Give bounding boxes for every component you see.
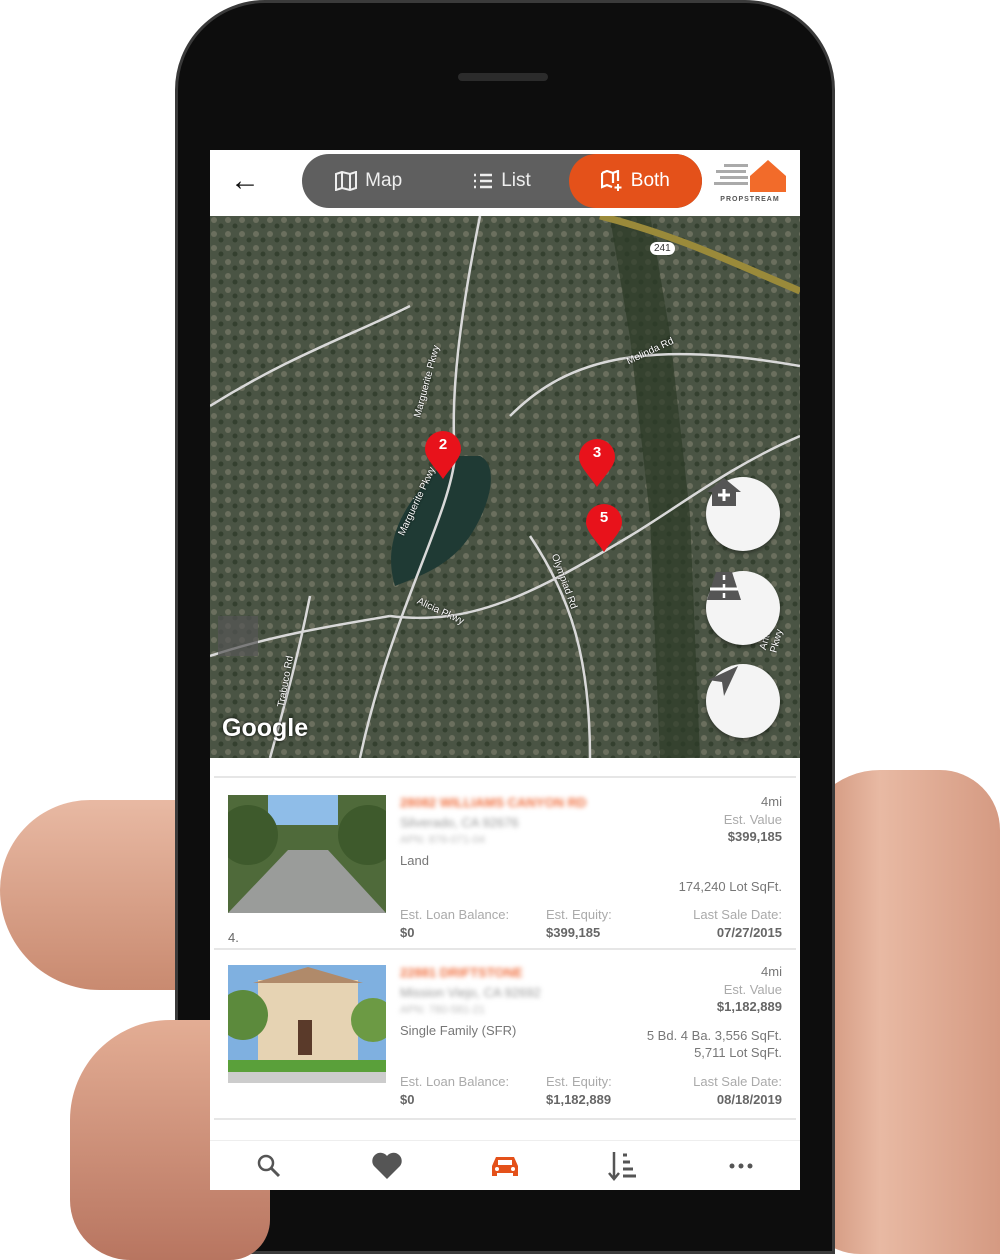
property-list[interactable]: 28082 WILLIAMS CANYON RD Silverado, CA 9…	[210, 758, 800, 1140]
item-index: 4.	[228, 930, 239, 945]
property-address[interactable]: 22881 DRIFTSTONE	[400, 965, 523, 980]
map-pin[interactable]: 2	[424, 430, 462, 480]
propstream-logo: PROPSTREAM	[712, 156, 788, 204]
loan-label: Est. Loan Balance:	[400, 907, 510, 922]
property-details: 5 Bd. 4 Ba. 3,556 SqFt.	[646, 1028, 782, 1043]
list-icon	[474, 173, 493, 189]
list-item-partial[interactable]	[214, 608, 796, 778]
distance: 4mi	[761, 794, 782, 809]
arrow-left-icon: ←	[230, 164, 260, 197]
lot-size: 5,711 Lot SqFt.	[694, 1045, 782, 1060]
property-address[interactable]: 28082 WILLIAMS CANYON RD	[400, 795, 586, 810]
tab-both[interactable]: Both	[568, 154, 702, 208]
tab-both-label: Both	[630, 170, 670, 191]
property-city: Mission Viejo, CA 92692	[400, 985, 541, 1000]
map-pin[interactable]: 5	[585, 503, 623, 553]
add-property-button[interactable]	[706, 477, 780, 551]
distance: 4mi	[761, 964, 782, 979]
est-value-label: Est. Value	[723, 812, 782, 827]
back-button[interactable]: ←	[230, 164, 260, 198]
est-value: $1,182,889	[716, 999, 782, 1014]
heart-icon	[372, 1152, 402, 1179]
equity-label: Est. Equity:	[546, 1074, 612, 1089]
search-icon	[257, 1154, 281, 1177]
home-plus-icon	[707, 478, 741, 506]
car-icon	[492, 1156, 518, 1176]
nav-sort[interactable]	[564, 1151, 682, 1181]
list-item[interactable]: 22881 DRIFTSTONE Mission Viejo, CA 92692…	[214, 950, 796, 1120]
tab-list[interactable]: List	[435, 154, 568, 208]
nav-search[interactable]	[210, 1154, 328, 1178]
road-icon	[707, 572, 741, 600]
est-value: $399,185	[727, 829, 782, 844]
nav-more[interactable]	[682, 1163, 800, 1169]
sale-date: 08/18/2019	[716, 1092, 782, 1107]
tab-list-label: List	[501, 170, 531, 191]
property-photo	[228, 795, 386, 913]
lot-size: 174,240 Lot SqFt.	[678, 879, 782, 894]
tab-map-label: Map	[365, 170, 403, 191]
sale-label: Last Sale Date:	[693, 1074, 782, 1089]
property-photo	[228, 965, 386, 1083]
est-value-label: Est. Value	[723, 982, 782, 997]
property-type: Single Family (SFR)	[400, 1023, 517, 1038]
property-apn: APN: 780-581-21	[400, 1004, 485, 1016]
loan-label: Est. Loan Balance:	[400, 1074, 510, 1089]
nav-favorites[interactable]	[328, 1152, 446, 1180]
sale-label: Last Sale Date:	[693, 907, 782, 922]
more-icon	[729, 1163, 753, 1168]
top-bar: ← Map List Both PROPSTREAM	[210, 150, 800, 216]
phone-screen: ← Map List Both PROPSTREAM Marguerite Pk…	[210, 150, 800, 1190]
map-plus-icon	[600, 170, 622, 191]
property-apn: APN: 876-071-04	[400, 834, 485, 846]
map-pin[interactable]: 3	[578, 438, 616, 488]
view-toggle: Map List Both	[302, 154, 702, 208]
list-item[interactable]: 28082 WILLIAMS CANYON RD Silverado, CA 9…	[214, 780, 796, 950]
property-type: Land	[400, 853, 429, 868]
loan-value: $0	[400, 1092, 415, 1107]
property-city: Silverado, CA 92676	[400, 815, 519, 830]
highway-shield: 241	[650, 242, 675, 255]
nav-driving[interactable]	[446, 1154, 564, 1178]
sort-icon	[608, 1151, 636, 1181]
bottom-nav	[210, 1140, 800, 1190]
equity-value: $399,185	[546, 925, 601, 940]
loan-value: $0	[400, 925, 415, 940]
equity-label: Est. Equity:	[546, 907, 612, 922]
sale-date: 07/27/2015	[716, 925, 782, 940]
equity-value: $1,182,889	[546, 1092, 612, 1107]
phone-speaker	[458, 73, 548, 81]
tab-map[interactable]: Map	[302, 154, 435, 208]
map-icon	[335, 171, 358, 191]
